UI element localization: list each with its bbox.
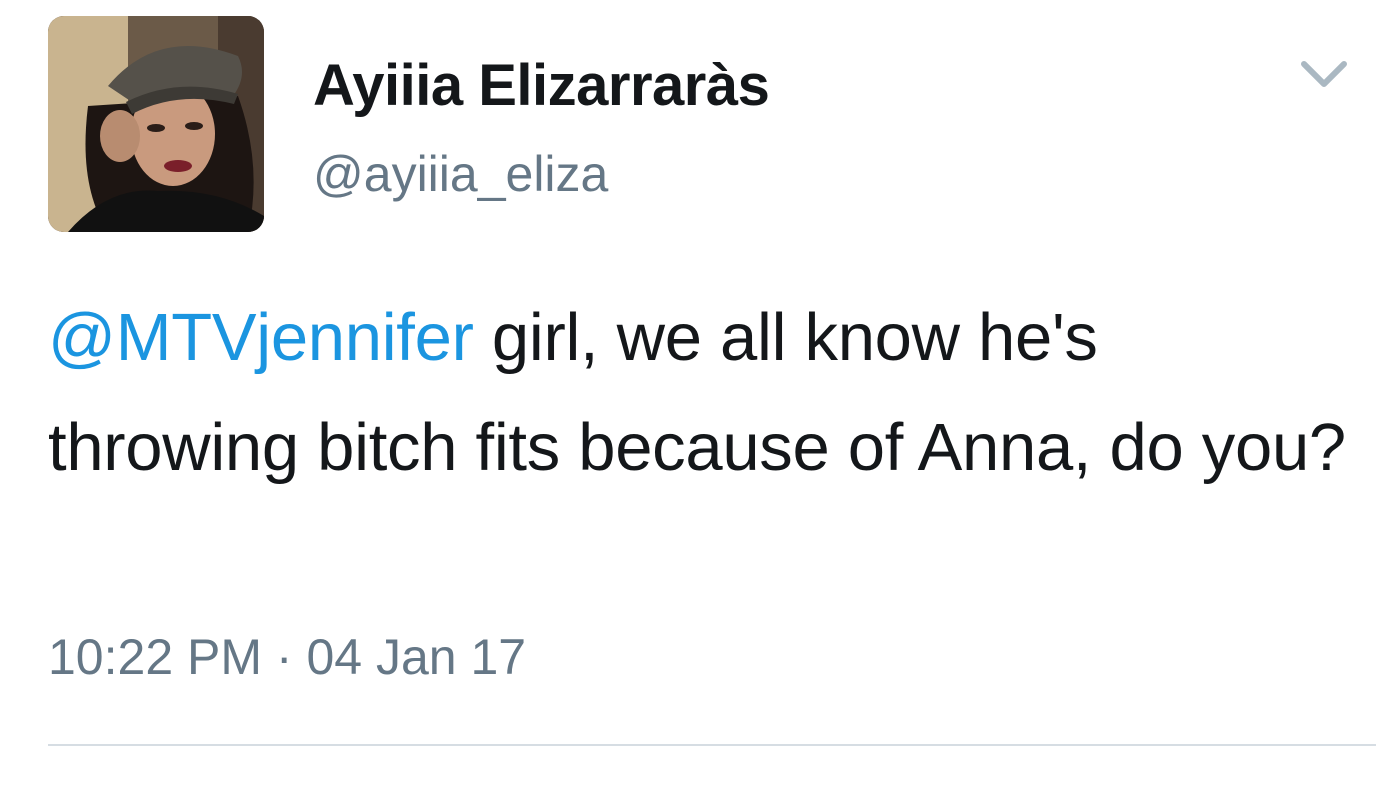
tweet-date: 04 Jan 17 [306,629,527,685]
divider [48,744,1376,746]
tweet-text: @MTVjennifer girl, we all know he's thro… [48,283,1348,503]
avatar[interactable] [48,16,264,232]
mention-link[interactable]: @MTVjennifer [48,300,474,375]
user-handle[interactable]: @ayiiia_eliza [313,145,608,203]
display-name[interactable]: Ayiiia Elizarraràs [313,52,770,119]
avatar-photo [48,16,264,232]
tweet-time: 10:22 PM [48,629,263,685]
timestamp-separator: · [262,629,307,685]
timestamp[interactable]: 10:22 PM · 04 Jan 17 [48,628,526,686]
chevron-down-icon[interactable] [1296,52,1352,96]
